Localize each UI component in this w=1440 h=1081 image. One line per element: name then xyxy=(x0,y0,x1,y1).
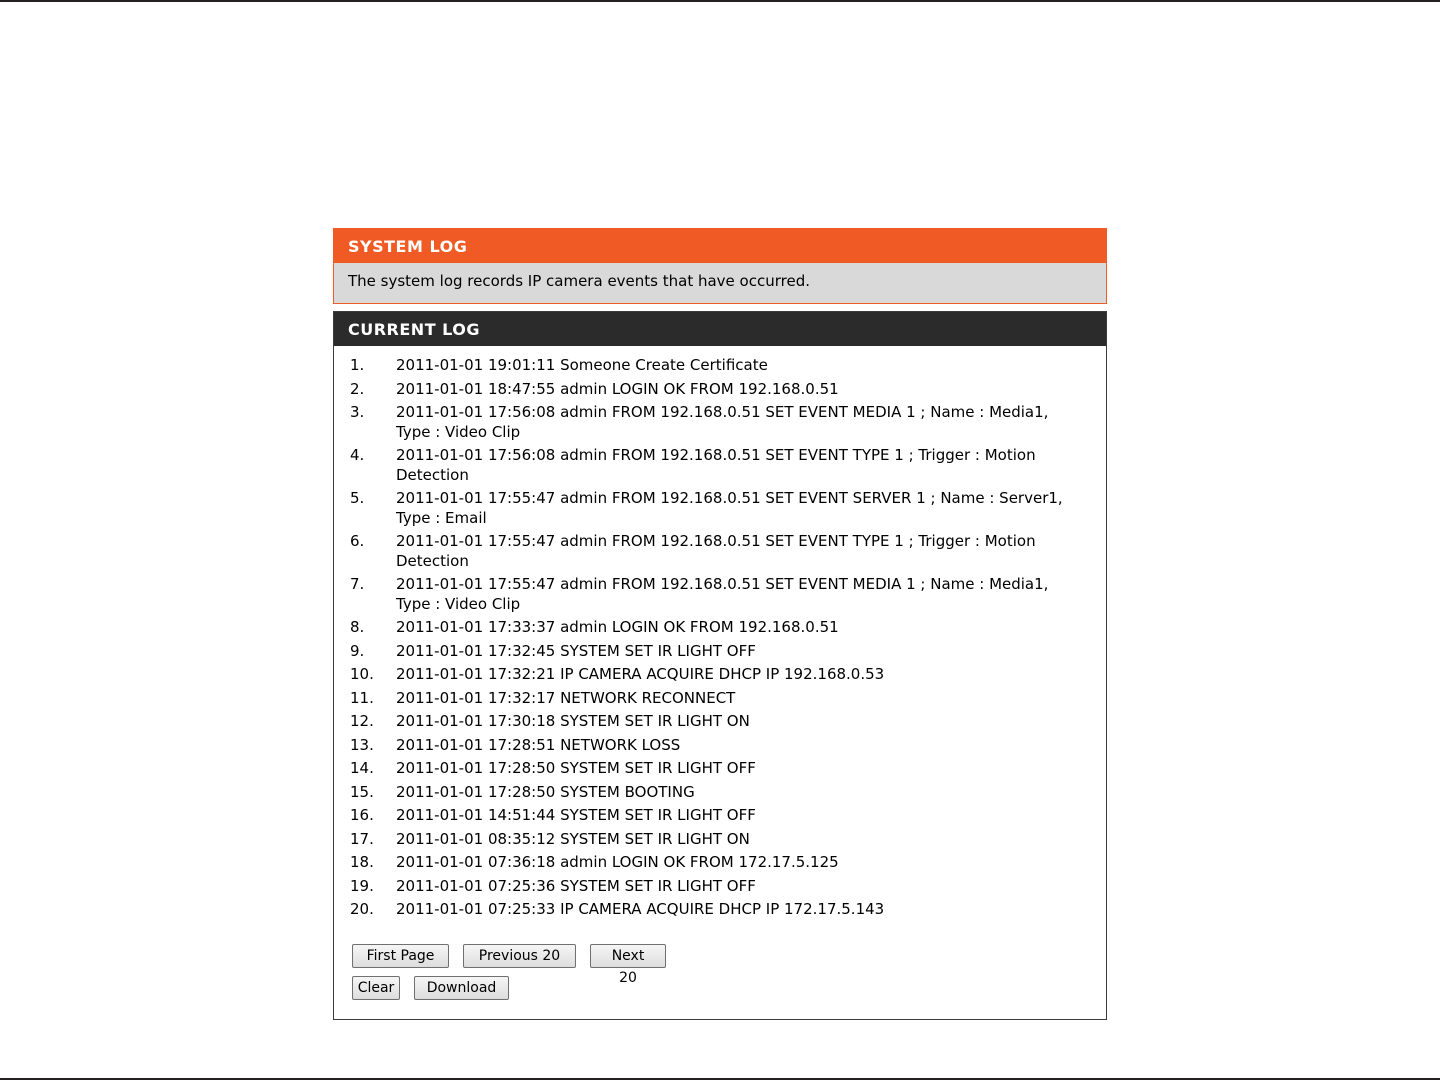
log-entry-text: 2011-01-01 07:25:36 SYSTEM SET IR LIGHT … xyxy=(396,876,756,895)
log-entry: 5. 2011-01-01 17:55:47 admin FROM 192.168… xyxy=(334,489,1106,528)
log-entry-number: 18. xyxy=(350,853,374,871)
log-entry: 1. 2011-01-01 19:01:11 Someone Create Cer… xyxy=(334,356,1106,376)
log-entry-text: 2011-01-01 17:32:45 SYSTEM SET IR LIGHT … xyxy=(396,641,756,660)
log-entry-number: 16. xyxy=(350,806,374,824)
log-entry: 10. 2011-01-01 17:32:21 IP CAMERA ACQUIRE… xyxy=(334,665,1106,685)
log-entry-text: 2011-01-01 08:35:12 SYSTEM SET IR LIGHT … xyxy=(396,829,750,848)
log-entry-number: 5. xyxy=(350,489,365,507)
log-entry-number: 4. xyxy=(350,446,365,464)
top-divider xyxy=(0,0,1440,2)
log-entry-number: 15. xyxy=(350,782,374,801)
log-entry-text: 2011-01-01 17:28:50 SYSTEM SET IR LIGHT … xyxy=(396,759,756,777)
log-entry-text: 2011-01-01 17:32:21 IP CAMERA ACQUIRE DH… xyxy=(396,665,885,683)
log-entry: 18. 2011-01-01 07:36:18 admin LOGIN OK FR… xyxy=(334,853,1106,873)
log-entry-text: 2011-01-01 17:28:51 NETWORK LOSS xyxy=(396,735,681,754)
log-entry-text: 2011-01-01 17:33:37 admin LOGIN OK FROM … xyxy=(396,618,839,636)
current-log-panel: CURRENT LOG 1. 2011-01-01 19:01:11 Someon… xyxy=(333,311,1107,1020)
pagination-controls: First Page Previous 20 Next 20 xyxy=(352,944,680,986)
log-entry-number: 1. xyxy=(350,356,365,374)
log-entry-number: 12. xyxy=(350,712,374,730)
log-entry-number: 3. xyxy=(350,403,365,421)
log-entry-number: 20. xyxy=(350,900,374,918)
log-entry: 19. 2011-01-01 07:25:36 SYSTEM SET IR LIG… xyxy=(334,877,1106,897)
log-entry-text: 2011-01-01 17:56:08 admin FROM 192.168.0… xyxy=(396,403,1049,441)
system-log-panel: SYSTEM LOG The system log records IP cam… xyxy=(333,228,1107,304)
log-entry-text: 2011-01-01 07:36:18 admin LOGIN OK FROM … xyxy=(396,853,839,871)
bottom-divider xyxy=(0,1078,1440,1080)
log-entry-number: 14. xyxy=(350,759,374,777)
log-entry-number: 6. xyxy=(350,532,365,550)
current-log-title: CURRENT LOG xyxy=(334,312,1106,346)
clear-button[interactable]: Clear xyxy=(352,976,400,1000)
log-entry-text: 2011-01-01 19:01:11 Someone Create Certi… xyxy=(396,356,768,374)
log-entry: 17. 2011-01-01 08:35:12 SYSTEM SET IR LIG… xyxy=(334,830,1106,850)
log-entry-text: 2011-01-01 07:25:33 IP CAMERA ACQUIRE DH… xyxy=(396,900,885,918)
log-entry-text: 2011-01-01 14:51:44 SYSTEM SET IR LIGHT … xyxy=(396,806,756,824)
download-button[interactable]: Download xyxy=(414,976,509,1000)
log-entry-text: 2011-01-01 17:55:47 admin FROM 192.168.0… xyxy=(396,532,1036,570)
log-entry-number: 11. xyxy=(350,688,374,707)
log-entry: 6. 2011-01-01 17:55:47 admin FROM 192.168… xyxy=(334,532,1106,571)
log-entry-number: 17. xyxy=(350,829,374,848)
log-entry: 11. 2011-01-01 17:32:17 NETWORK RECONNECT xyxy=(334,689,1106,709)
log-entry-text: 2011-01-01 17:30:18 SYSTEM SET IR LIGHT … xyxy=(396,712,750,730)
log-entry-number: 7. xyxy=(350,575,365,593)
log-entry: 13. 2011-01-01 17:28:51 NETWORK LOSS xyxy=(334,736,1106,756)
log-entry-number: 10. xyxy=(350,665,374,683)
system-log-title: SYSTEM LOG xyxy=(334,229,1106,263)
log-entry: 4. 2011-01-01 17:56:08 admin FROM 192.168… xyxy=(334,446,1106,485)
log-entry-number: 13. xyxy=(350,735,374,754)
log-entry: 3. 2011-01-01 17:56:08 admin FROM 192.168… xyxy=(334,403,1106,442)
log-list: 1. 2011-01-01 19:01:11 Someone Create Cer… xyxy=(334,346,1106,920)
log-entry-text: 2011-01-01 17:55:47 admin FROM 192.168.0… xyxy=(396,489,1063,527)
log-entry: 16. 2011-01-01 14:51:44 SYSTEM SET IR LIG… xyxy=(334,806,1106,826)
log-entry-text: 2011-01-01 17:56:08 admin FROM 192.168.0… xyxy=(396,446,1036,484)
log-entry: 2. 2011-01-01 18:47:55 admin LOGIN OK FRO… xyxy=(334,380,1106,400)
log-entry: 15. 2011-01-01 17:28:50 SYSTEM BOOTING xyxy=(334,783,1106,803)
log-entry: 14. 2011-01-01 17:28:50 SYSTEM SET IR LIG… xyxy=(334,759,1106,779)
first-page-button[interactable]: First Page xyxy=(352,944,449,968)
log-entry: 7. 2011-01-01 17:55:47 admin FROM 192.168… xyxy=(334,575,1106,614)
log-entry: 20. 2011-01-01 07:25:33 IP CAMERA ACQUIRE… xyxy=(334,900,1106,920)
log-entry-number: 19. xyxy=(350,876,374,895)
log-entry-text: 2011-01-01 17:32:17 NETWORK RECONNECT xyxy=(396,688,736,707)
log-entry-number: 9. xyxy=(350,641,365,660)
log-entry-text: 2011-01-01 17:55:47 admin FROM 192.168.0… xyxy=(396,575,1049,613)
log-entry-text: 2011-01-01 17:28:50 SYSTEM BOOTING xyxy=(396,782,695,801)
log-entry-number: 8. xyxy=(350,618,365,636)
previous-20-button[interactable]: Previous 20 xyxy=(463,944,576,968)
log-entry: 12. 2011-01-01 17:30:18 SYSTEM SET IR LIG… xyxy=(334,712,1106,732)
log-entry: 8. 2011-01-01 17:33:37 admin LOGIN OK FRO… xyxy=(334,618,1106,638)
log-entry: 9. 2011-01-01 17:32:45 SYSTEM SET IR LIGH… xyxy=(334,642,1106,662)
log-entry-number: 2. xyxy=(350,379,365,398)
system-log-description: The system log records IP camera events … xyxy=(348,272,810,290)
log-entry-text: 2011-01-01 18:47:55 admin LOGIN OK FROM … xyxy=(396,379,839,398)
log-actions: Clear Download xyxy=(352,976,523,1000)
next-20-button[interactable]: Next 20 xyxy=(590,944,666,986)
